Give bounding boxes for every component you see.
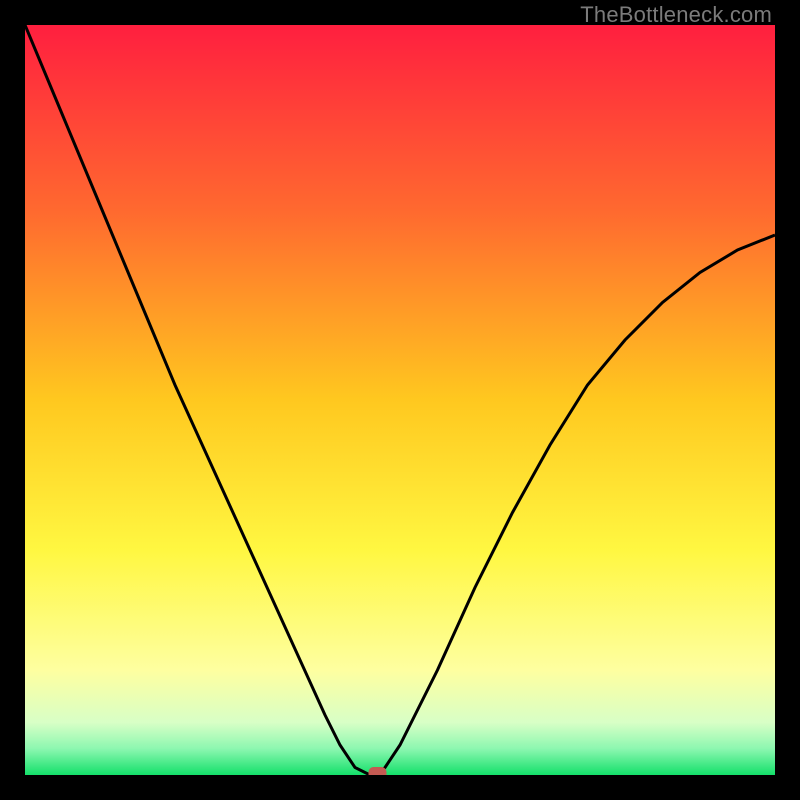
- optimum-marker: [369, 767, 387, 775]
- bottleneck-chart: [25, 25, 775, 775]
- chart-frame: [25, 25, 775, 775]
- watermark-text: TheBottleneck.com: [580, 2, 772, 28]
- chart-background: [25, 25, 775, 775]
